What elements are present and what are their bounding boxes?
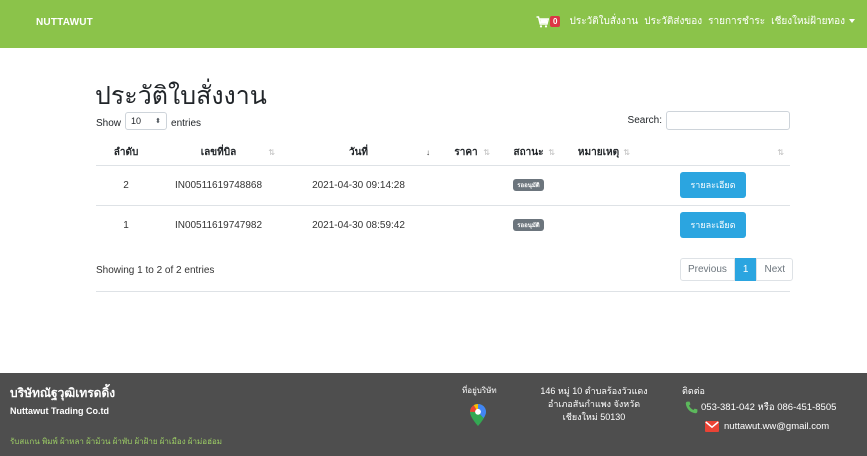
divider — [96, 291, 790, 292]
nav-shipping-history[interactable]: ประวัติส่งของ — [644, 14, 702, 29]
row-price — [436, 204, 496, 245]
table-row: 2 IN00511619748868 2021-04-30 09:14:28 ร… — [96, 164, 790, 205]
detail-button[interactable]: รายละเอียด — [680, 172, 746, 198]
row-note — [561, 164, 636, 205]
company-address: 146 หมู่ 10 ตำบลร้องวัวแดง อำเภอสันกำแพง… — [510, 385, 678, 424]
sort-icon: ⇅ — [548, 148, 555, 157]
next-page-button[interactable]: Next — [756, 258, 794, 281]
address-line: อำเภอสันกำแพง จังหวัด — [547, 399, 641, 409]
row-date: 2021-04-30 08:59:42 — [281, 204, 436, 245]
cart-icon — [536, 15, 550, 27]
phone-numbers: 053-381-042 หรือ 086-451-8505 — [701, 402, 837, 413]
status-badge: รออนุมัติ — [513, 179, 544, 191]
row-bill: IN00511619748868 — [156, 164, 281, 205]
table-info: Showing 1 to 2 of 2 entries — [96, 265, 215, 276]
datatable-controls: Show 10 ⬍ entries Search: — [96, 111, 790, 133]
company-name-en: Nuttawut Trading Co.td — [10, 406, 109, 416]
entries-length-select[interactable]: 10 ⬍ — [125, 112, 168, 130]
sort-icon: ⇅ — [777, 148, 784, 157]
table-row: 1 IN00511619747982 2021-04-30 08:59:42 ร… — [96, 204, 790, 245]
detail-button[interactable]: รายละเอียด — [680, 212, 746, 239]
table-header-row: ลำดับ เลขที่บิล ⇅ วันที่ ↓ ราคา ⇅ สถานะ ⇅ หม… — [96, 141, 790, 166]
address-line: เชียงใหม่ 50130 — [562, 412, 626, 422]
col-date[interactable]: วันที่ ↓ — [281, 141, 436, 166]
row-status-cell: รออนุมัติ — [496, 204, 561, 245]
length-control: Show 10 ⬍ entries — [96, 112, 202, 130]
row-index: 2 — [96, 164, 156, 205]
select-arrows-icon: ⬍ — [155, 118, 162, 125]
nav-payments[interactable]: รายการชำระ — [708, 14, 765, 29]
cart-link[interactable]: 0 — [536, 15, 561, 28]
col-bill[interactable]: เลขที่บิล ⇅ — [156, 141, 281, 166]
email-row: nuttawut.ww@gmail.com — [705, 421, 829, 432]
row-note — [561, 204, 636, 245]
pagination: Previous 1 Next — [680, 258, 794, 281]
phone-row: 053-381-042 หรือ 086-451-8505 — [685, 400, 836, 415]
row-date: 2021-04-30 09:14:28 — [281, 164, 436, 205]
col-price[interactable]: ราคา ⇅ — [436, 141, 496, 166]
nav-user-dropdown[interactable]: เชียงใหม่ฝ้ายทอง — [771, 14, 855, 29]
row-index: 1 — [96, 204, 156, 245]
nav-order-history[interactable]: ประวัติใบสั่งงาน — [569, 14, 638, 29]
contact-label: ติดต่อ — [682, 386, 705, 396]
entries-label: entries — [171, 117, 202, 129]
brand-link[interactable]: NUTTAWUT — [36, 17, 93, 28]
status-badge: รออนุมัติ — [513, 219, 544, 232]
site-footer: บริษัทณัฐวุฒิเทรดดิ้ง Nuttawut Trading C… — [0, 373, 867, 456]
email-address[interactable]: nuttawut.ww@gmail.com — [724, 421, 829, 432]
row-action-cell: รายละเอียด — [636, 164, 790, 205]
length-value: 10 — [131, 116, 142, 126]
map-pin-icon[interactable] — [470, 404, 486, 426]
services-text: รับสแกน พิมพ์ ผ้าหลา ผ้าม้วน ผ้าพับ ผ้าฝ… — [10, 437, 223, 446]
nav-menu: 0 ประวัติใบสั่งงาน ประวัติส่งของ รายการช… — [536, 14, 855, 29]
address-line: 146 หมู่ 10 ตำบลร้องวัวแดง — [540, 386, 648, 396]
top-navbar: NUTTAWUT 0 ประวัติใบสั่งงาน ประวัติส่งขอ… — [0, 0, 867, 48]
show-label: Show — [96, 117, 122, 129]
caret-down-icon — [849, 19, 855, 24]
sort-icon: ⇅ — [623, 148, 630, 157]
mail-icon — [705, 421, 719, 432]
sort-icon: ⇅ — [483, 148, 490, 157]
row-status-cell: รออนุมัติ — [496, 164, 561, 205]
col-status[interactable]: สถานะ ⇅ — [496, 141, 561, 166]
user-name: เชียงใหม่ฝ้ายทอง — [771, 16, 845, 27]
cart-count-badge: 0 — [550, 16, 561, 27]
previous-page-button[interactable]: Previous — [680, 258, 735, 281]
address-label: ที่อยู่บริษัท — [462, 386, 497, 395]
company-name-th: บริษัทณัฐวุฒิเทรดดิ้ง — [10, 386, 116, 400]
row-bill: IN00511619747982 — [156, 204, 281, 245]
orders-table: ลำดับ เลขที่บิล ⇅ วันที่ ↓ ราคา ⇅ สถานะ ⇅ หม… — [96, 141, 790, 245]
phone-icon — [685, 401, 698, 414]
search-label: Search: — [627, 115, 662, 126]
page-title: ประวัติใบสั่งงาน — [95, 82, 267, 110]
col-action[interactable]: ⇅ — [636, 141, 790, 166]
search-control: Search: — [628, 111, 790, 130]
sort-desc-icon: ↓ — [426, 148, 430, 157]
col-note[interactable]: หมายเหตุ ⇅ — [561, 141, 636, 166]
search-input[interactable] — [666, 111, 790, 130]
row-price — [436, 164, 496, 205]
row-action-cell: รายละเอียด — [636, 204, 790, 245]
sort-icon: ⇅ — [268, 148, 275, 157]
page-1-button[interactable]: 1 — [734, 258, 757, 281]
col-index[interactable]: ลำดับ — [96, 141, 156, 166]
